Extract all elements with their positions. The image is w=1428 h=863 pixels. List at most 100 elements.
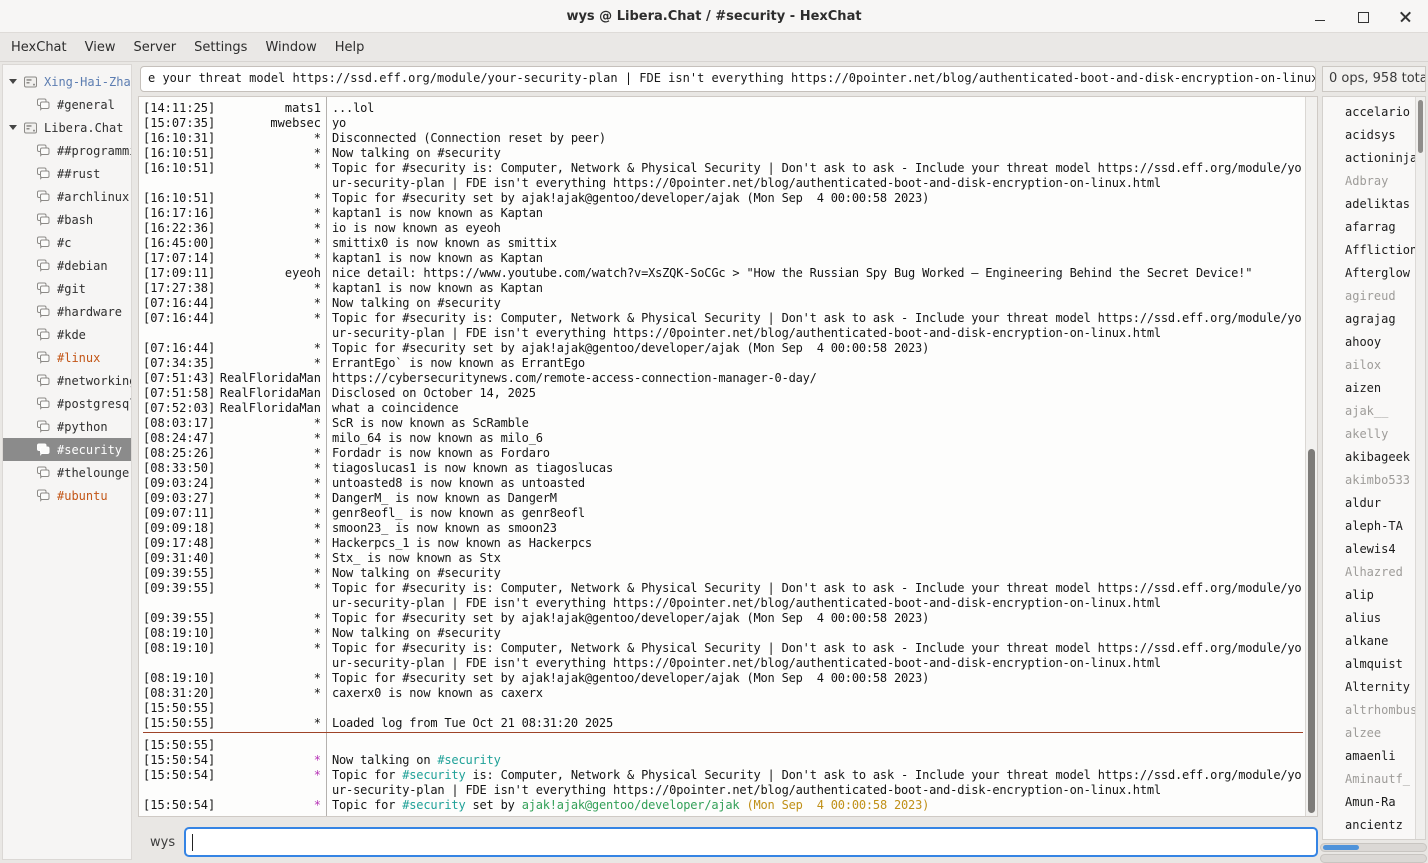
sidebar-item-bash[interactable]: #bash	[3, 208, 131, 231]
sidebar-item-debian[interactable]: #debian	[3, 254, 131, 277]
sidebar-item-rust[interactable]: ##rust	[3, 162, 131, 185]
chat-scrollbar-thumb[interactable]	[1308, 449, 1315, 813]
sidebar-item-label: Libera.Chat	[44, 121, 123, 135]
userlist-item[interactable]: alzee	[1323, 722, 1425, 745]
nick: *	[314, 476, 326, 491]
menu-view[interactable]: View	[76, 36, 125, 59]
timestamp: [09:31:40]	[143, 551, 215, 566]
sidebar-item-networking[interactable]: #networking	[3, 369, 131, 392]
menu-settings[interactable]: Settings	[185, 36, 256, 59]
userlist-item[interactable]: adeliktas	[1323, 193, 1425, 216]
sidebar-item-c[interactable]: #c	[3, 231, 131, 254]
sidebar-item-label: #archlinux	[57, 190, 129, 204]
userlist-item[interactable]: alewis4	[1323, 538, 1425, 561]
sidebar-item-libera.chat[interactable]: Libera.Chat	[3, 116, 131, 139]
message-text: yo	[332, 116, 1303, 131]
timestamp: [09:39:55]	[143, 611, 215, 626]
chat-line: [09:09:18]*smoon23_ is now known as smoo…	[143, 521, 1303, 536]
sidebar-item-general[interactable]: #general	[3, 93, 131, 116]
chat-line: [09:03:27]*DangerM_ is now known as Dang…	[143, 491, 1303, 506]
menu-window[interactable]: Window	[256, 36, 325, 59]
channel-icon	[36, 443, 51, 457]
userlist-item[interactable]: alius	[1323, 607, 1425, 630]
userlist-item[interactable]: akelly	[1323, 423, 1425, 446]
userlist-item[interactable]: Afterglow	[1323, 262, 1425, 285]
userlist-item[interactable]: ancientz	[1323, 814, 1425, 837]
timestamp: [16:17:16]	[143, 206, 215, 221]
user-list-scrollbar[interactable]	[1415, 97, 1425, 839]
sidebar-item-git[interactable]: #git	[3, 277, 131, 300]
channel-icon	[36, 489, 51, 503]
sidebar-item-thelounge[interactable]: #thelounge	[3, 461, 131, 484]
userlist-item[interactable]: actioninja	[1323, 147, 1425, 170]
userlist-item[interactable]: alip	[1323, 584, 1425, 607]
userlist-hscrollbar[interactable]	[1320, 843, 1427, 852]
timestamp: [09:39:55]	[143, 581, 215, 611]
sidebar-item-security[interactable]: #security	[3, 438, 131, 461]
userlist-item[interactable]: almquist	[1323, 653, 1425, 676]
topic-input[interactable]: e your threat model https://ssd.eff.org/…	[140, 66, 1316, 92]
nick: *	[314, 716, 326, 731]
userlist-item[interactable]: Aminautf_	[1323, 768, 1425, 791]
channel-icon	[36, 466, 51, 480]
message-input[interactable]	[184, 827, 1318, 857]
expander-icon[interactable]	[9, 79, 17, 88]
timestamp: [07:16:44]	[143, 341, 215, 356]
nick: *	[314, 236, 326, 251]
chat-scrollbar[interactable]	[1305, 97, 1317, 816]
timestamp: [08:31:20]	[143, 686, 215, 701]
sidebar-item-python[interactable]: #python	[3, 415, 131, 438]
menu-help[interactable]: Help	[326, 36, 374, 59]
userlist-item[interactable]: Amun-Ra	[1323, 791, 1425, 814]
chat-line: [15:50:54]*Topic for #security set by aj…	[143, 798, 1303, 813]
userlist-item[interactable]: aldur	[1323, 492, 1425, 515]
menu-hexchat[interactable]: HexChat	[2, 36, 76, 59]
userlist-item[interactable]: alkane	[1323, 630, 1425, 653]
userlist-item[interactable]: amaenli	[1323, 745, 1425, 768]
nick: *	[314, 581, 326, 611]
userlist-item[interactable]: aleph-TA	[1323, 515, 1425, 538]
message-text: Stx_ is now known as Stx	[332, 551, 1303, 566]
userlist-item[interactable]: aizen	[1323, 377, 1425, 400]
sidebar-item-ubuntu[interactable]: #ubuntu	[3, 484, 131, 507]
userlist-item[interactable]: ajak__	[1323, 400, 1425, 423]
userlist-item[interactable]: Adbray	[1323, 170, 1425, 193]
sidebar-item-linux[interactable]: #linux	[3, 346, 131, 369]
userlist-item[interactable]: agireud	[1323, 285, 1425, 308]
userlist-item[interactable]: akibageek	[1323, 446, 1425, 469]
userlist-hscrollbar-thumb[interactable]	[1323, 845, 1359, 850]
expander-icon[interactable]	[9, 125, 17, 134]
chat-line: [17:09:11]eyeohnice detail: https://www.…	[143, 266, 1303, 281]
userlist-item[interactable]: Alhazred	[1323, 561, 1425, 584]
userlist-item[interactable]: ahooy	[1323, 331, 1425, 354]
close-icon[interactable]	[1400, 11, 1412, 23]
userlist-item[interactable]: Affliction	[1323, 239, 1425, 262]
menu-server[interactable]: Server	[124, 36, 185, 59]
timestamp: [08:19:10]	[143, 641, 215, 671]
userlist-item[interactable]: agrajag	[1323, 308, 1425, 331]
userlist-item[interactable]: akimbo533	[1323, 469, 1425, 492]
sidebar-item-postgresql[interactable]: #postgresql	[3, 392, 131, 415]
userlist-item[interactable]: acidsys	[1323, 124, 1425, 147]
nick: *	[314, 626, 326, 641]
sidebar-item-kde[interactable]: #kde	[3, 323, 131, 346]
minimize-icon[interactable]	[1314, 11, 1326, 23]
chat-line: [15:07:35]mwebsecyo	[143, 116, 1303, 131]
userlist-item[interactable]: afarrag	[1323, 216, 1425, 239]
maximize-icon[interactable]	[1357, 11, 1369, 23]
sidebar-item-hardware[interactable]: #hardware	[3, 300, 131, 323]
sidebar-item-xing-hai-zhan[interactable]: Xing-Hai-Zhan	[3, 70, 131, 93]
userlist-item[interactable]: ailox	[1323, 354, 1425, 377]
user-list-scrollbar-thumb[interactable]	[1418, 100, 1423, 153]
nick: *	[314, 296, 326, 311]
nick	[321, 701, 326, 716]
sidebar-item-archlinux[interactable]: #archlinux	[3, 185, 131, 208]
nick: *	[314, 416, 326, 431]
userlist-item[interactable]: Alternity	[1323, 676, 1425, 699]
nick-label[interactable]: wys	[138, 835, 184, 850]
timestamp: [16:10:31]	[143, 131, 215, 146]
userlist-item[interactable]: altrhombus	[1323, 699, 1425, 722]
sidebar-item-programming[interactable]: ##programming	[3, 139, 131, 162]
userlist-item[interactable]: accelario	[1323, 101, 1425, 124]
message-text: Topic for #security is: Computer, Networ…	[332, 581, 1303, 611]
